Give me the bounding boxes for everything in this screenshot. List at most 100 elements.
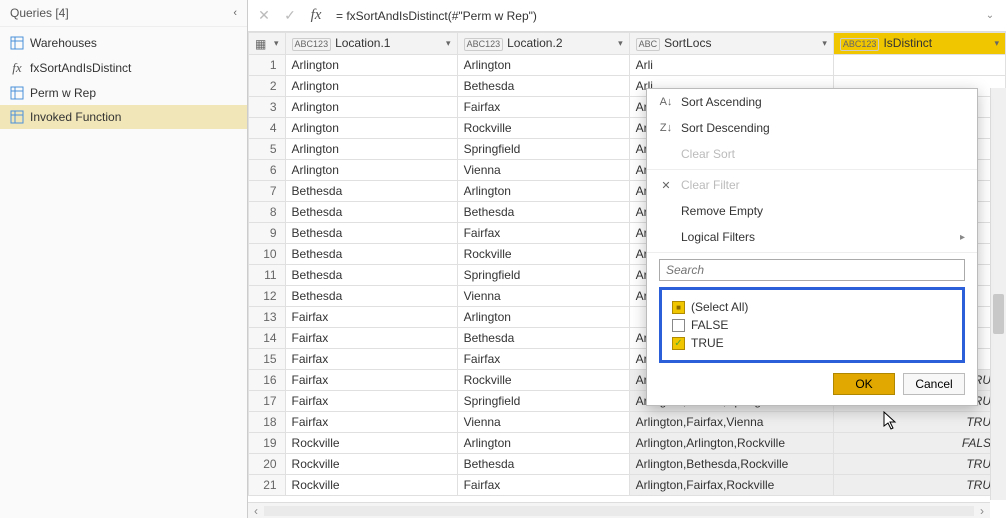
- row-number[interactable]: 11: [249, 265, 286, 286]
- formula-expand-icon[interactable]: ⌄: [980, 6, 1000, 26]
- row-number[interactable]: 19: [249, 433, 286, 454]
- row-number[interactable]: 13: [249, 307, 286, 328]
- row-number[interactable]: 12: [249, 286, 286, 307]
- column-header-sortlocs[interactable]: ABCSortLocs ▾: [629, 33, 833, 55]
- chevron-down-icon[interactable]: ▾: [618, 38, 623, 49]
- menu-sort-ascending[interactable]: A↓ Sort Ascending: [647, 89, 977, 115]
- cell-sortlocs[interactable]: Arlington,Bethesda,Rockville: [629, 454, 833, 475]
- cell-sortlocs[interactable]: Arlington,Fairfax,Vienna: [629, 412, 833, 433]
- cell-isdistinct[interactable]: TRUE: [833, 412, 1005, 433]
- filter-option-true[interactable]: TRUE: [672, 334, 952, 352]
- cell-location1[interactable]: Fairfax: [285, 412, 457, 433]
- cell-location2[interactable]: Vienna: [457, 286, 629, 307]
- row-number[interactable]: 21: [249, 475, 286, 496]
- cell-sortlocs[interactable]: Arlington,Fairfax,Rockville: [629, 475, 833, 496]
- cell-location1[interactable]: Arlington: [285, 76, 457, 97]
- query-item-1[interactable]: fxfxSortAndIsDistinct: [0, 55, 247, 81]
- cell-location1[interactable]: Rockville: [285, 433, 457, 454]
- cell-location1[interactable]: Rockville: [285, 454, 457, 475]
- cell-location1[interactable]: Bethesda: [285, 181, 457, 202]
- chevron-down-icon[interactable]: ▾: [822, 38, 827, 49]
- cell-location1[interactable]: Bethesda: [285, 244, 457, 265]
- row-number[interactable]: 15: [249, 349, 286, 370]
- row-number[interactable]: 20: [249, 454, 286, 475]
- formula-cancel-icon[interactable]: ✕: [254, 6, 274, 26]
- row-number[interactable]: 9: [249, 223, 286, 244]
- cell-location1[interactable]: Bethesda: [285, 223, 457, 244]
- chevron-down-icon[interactable]: ▾: [446, 38, 451, 49]
- row-number[interactable]: 7: [249, 181, 286, 202]
- vertical-scrollbar[interactable]: [990, 88, 1006, 500]
- cell-location1[interactable]: Arlington: [285, 118, 457, 139]
- cell-location2[interactable]: Fairfax: [457, 475, 629, 496]
- table-corner[interactable]: ▦▾: [249, 33, 286, 55]
- filter-search-input[interactable]: [659, 259, 965, 281]
- cell-location2[interactable]: Bethesda: [457, 76, 629, 97]
- cell-location2[interactable]: Bethesda: [457, 454, 629, 475]
- cell-location1[interactable]: Arlington: [285, 139, 457, 160]
- filter-option-false[interactable]: FALSE: [672, 316, 952, 334]
- row-number[interactable]: 2: [249, 76, 286, 97]
- query-item-2[interactable]: Perm w Rep: [0, 81, 247, 105]
- table-row[interactable]: 21RockvilleFairfaxArlington,Fairfax,Rock…: [249, 475, 1006, 496]
- cell-location2[interactable]: Arlington: [457, 181, 629, 202]
- table-row[interactable]: 19RockvilleArlingtonArlington,Arlington,…: [249, 433, 1006, 454]
- cell-location1[interactable]: Rockville: [285, 475, 457, 496]
- formula-commit-icon[interactable]: ✓: [280, 6, 300, 26]
- cell-location2[interactable]: Vienna: [457, 412, 629, 433]
- menu-logical-filters[interactable]: Logical Filters ▸: [647, 224, 977, 250]
- checkbox-mixed-icon[interactable]: [672, 301, 685, 314]
- cell-location2[interactable]: Arlington: [457, 55, 629, 76]
- cell-location1[interactable]: Arlington: [285, 97, 457, 118]
- cell-location2[interactable]: Rockville: [457, 244, 629, 265]
- cell-isdistinct[interactable]: [833, 55, 1005, 76]
- cancel-button[interactable]: Cancel: [903, 373, 965, 395]
- cell-sortlocs[interactable]: Arlington,Arlington,Rockville: [629, 433, 833, 454]
- cell-location1[interactable]: Bethesda: [285, 286, 457, 307]
- row-number[interactable]: 8: [249, 202, 286, 223]
- cell-location2[interactable]: Fairfax: [457, 223, 629, 244]
- query-item-0[interactable]: Warehouses: [0, 31, 247, 55]
- table-row[interactable]: 20RockvilleBethesdaArlington,Bethesda,Ro…: [249, 454, 1006, 475]
- row-number[interactable]: 3: [249, 97, 286, 118]
- row-number[interactable]: 16: [249, 370, 286, 391]
- row-number[interactable]: 5: [249, 139, 286, 160]
- chevron-down-icon[interactable]: ▾: [994, 38, 999, 49]
- query-item-3[interactable]: Invoked Function: [0, 105, 247, 129]
- horizontal-scrollbar[interactable]: ‹›: [248, 502, 990, 518]
- cell-location1[interactable]: Fairfax: [285, 349, 457, 370]
- cell-location1[interactable]: Arlington: [285, 55, 457, 76]
- collapse-panel-icon[interactable]: ‹: [233, 7, 237, 19]
- cell-location2[interactable]: Springfield: [457, 139, 629, 160]
- cell-location2[interactable]: Bethesda: [457, 202, 629, 223]
- cell-location2[interactable]: Springfield: [457, 265, 629, 286]
- row-number[interactable]: 14: [249, 328, 286, 349]
- cell-location1[interactable]: Fairfax: [285, 370, 457, 391]
- row-number[interactable]: 10: [249, 244, 286, 265]
- ok-button[interactable]: OK: [833, 373, 895, 395]
- cell-sortlocs[interactable]: Arli: [629, 55, 833, 76]
- table-row[interactable]: 18FairfaxViennaArlington,Fairfax,ViennaT…: [249, 412, 1006, 433]
- cell-location2[interactable]: Vienna: [457, 160, 629, 181]
- filter-option-select-all[interactable]: (Select All): [672, 298, 952, 316]
- cell-location2[interactable]: Arlington: [457, 307, 629, 328]
- cell-location1[interactable]: Arlington: [285, 160, 457, 181]
- checkbox-icon[interactable]: [672, 319, 685, 332]
- row-number[interactable]: 1: [249, 55, 286, 76]
- formula-input[interactable]: [332, 5, 974, 27]
- cell-location2[interactable]: Arlington: [457, 433, 629, 454]
- column-header-isdistinct[interactable]: ABC123IsDistinct ▾: [833, 33, 1005, 55]
- cell-location2[interactable]: Fairfax: [457, 349, 629, 370]
- column-header-location2[interactable]: ABC123Location.2 ▾: [457, 33, 629, 55]
- cell-isdistinct[interactable]: TRUE: [833, 454, 1005, 475]
- checkbox-checked-icon[interactable]: [672, 337, 685, 350]
- cell-location1[interactable]: Bethesda: [285, 202, 457, 223]
- cell-location2[interactable]: Springfield: [457, 391, 629, 412]
- row-number[interactable]: 4: [249, 118, 286, 139]
- table-row[interactable]: 1ArlingtonArlingtonArli: [249, 55, 1006, 76]
- fx-icon[interactable]: fx: [306, 6, 326, 26]
- menu-remove-empty[interactable]: Remove Empty: [647, 198, 977, 224]
- cell-location1[interactable]: Fairfax: [285, 328, 457, 349]
- cell-location2[interactable]: Fairfax: [457, 97, 629, 118]
- cell-location2[interactable]: Bethesda: [457, 328, 629, 349]
